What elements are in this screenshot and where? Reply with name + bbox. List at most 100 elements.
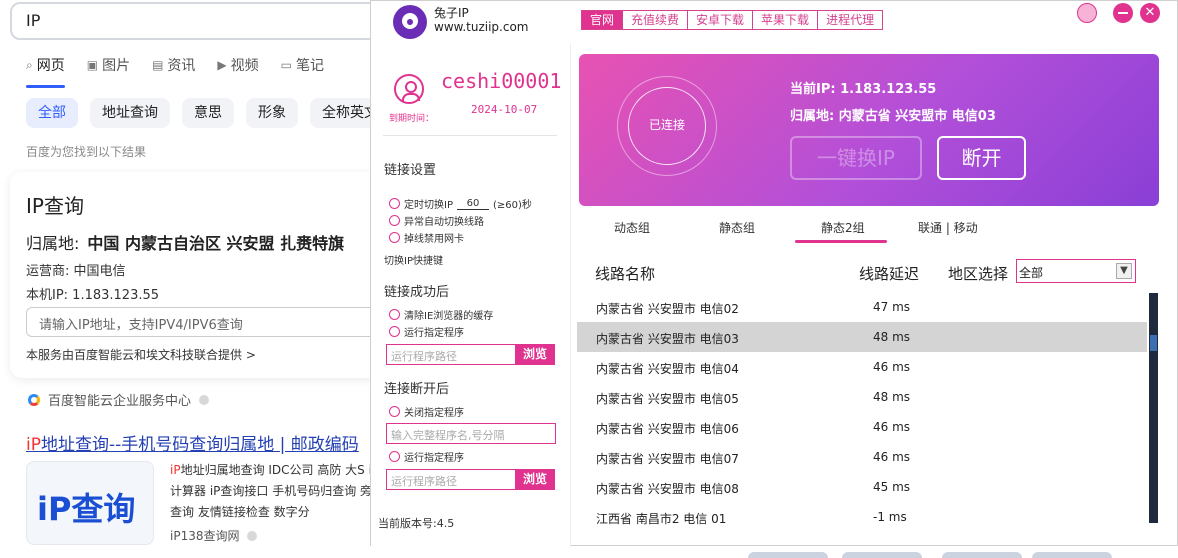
expire-date: 2024-10-07: [471, 103, 538, 116]
rabbit-logo-icon: [393, 5, 427, 39]
line-row[interactable]: 内蒙古省 兴安盟市 电信05 48 ms: [577, 382, 1147, 412]
ip-location: 归属地: 中国 内蒙古自治区 兴安盟 扎赉特旗: [26, 234, 345, 253]
scrollbar-thumb[interactable]: [1150, 335, 1157, 351]
radio-button[interactable]: [389, 326, 400, 337]
line-row[interactable]: 内蒙古省 兴安盟市 电信06 46 ms: [577, 412, 1147, 442]
ip-query-input[interactable]: 请输入IP地址，支持IPV4/IPV6查询: [26, 307, 396, 337]
line-name: 内蒙古省 兴安盟市 电信05: [596, 392, 739, 406]
current-location: 归属地: 内蒙古省 兴安盟市 电信03: [790, 109, 996, 124]
info-icon[interactable]: [247, 530, 258, 541]
switch-ip-button[interactable]: 一键换IP: [790, 136, 922, 180]
program-path-input[interactable]: 运行程序路径: [386, 344, 516, 365]
tab-unicom-mobile-group[interactable]: 联通 | 移动: [918, 219, 978, 236]
connection-status-banner: 已连接 当前IP: 1.183.123.55 归属地: 内蒙古省 兴安盟市 电信…: [579, 54, 1159, 206]
nav-process-proxy[interactable]: 进程代理: [818, 11, 883, 29]
tab-dynamic-group[interactable]: 动态组: [614, 219, 650, 236]
version-label: 当前版本号:4.5: [378, 517, 455, 530]
ip-service-link[interactable]: 本服务由百度智能云和埃文科技联合提供 >: [26, 346, 256, 363]
region-select[interactable]: 全部 ▼: [1016, 259, 1136, 283]
result-site-link[interactable]: iP138查询网: [170, 527, 239, 544]
nav-recharge[interactable]: 充值续费: [623, 11, 689, 29]
line-row[interactable]: 江西省 南昌市2 电信 01 -1 ms: [577, 502, 1147, 532]
result-title-link[interactable]: iP地址查询--手机号码查询归属地 | 邮政编码: [26, 430, 359, 455]
option-run-program[interactable]: 运行指定程序: [389, 324, 464, 339]
tab-notes[interactable]: ▭ 笔记: [281, 54, 324, 76]
tab-static2-group[interactable]: 静态2组: [821, 219, 865, 236]
radio-button[interactable]: [389, 309, 400, 320]
ip-local: 本机IP: 1.183.123.55: [26, 288, 160, 303]
tab-video[interactable]: ▶ 视频: [217, 54, 258, 76]
ip-isp: 运营商: 中国电信: [26, 264, 126, 279]
line-latency: 45 ms: [873, 480, 911, 494]
program-path-input-disconnect[interactable]: 运行程序路径: [386, 469, 516, 490]
customer-service-icon[interactable]: [1077, 3, 1097, 23]
option-timed-switch[interactable]: 定时切换IP 60 (≥60)秒: [389, 196, 532, 211]
browser-search-query: IP: [26, 11, 41, 30]
nav-official-site[interactable]: 官网: [582, 11, 624, 29]
line-latency: 46 ms: [873, 360, 911, 374]
source-link[interactable]: 百度智能云企业服务中心: [48, 390, 191, 409]
line-row[interactable]: 内蒙古省 兴安盟市 电信03 48 ms: [577, 322, 1147, 352]
option-run-program-disconnect[interactable]: 运行指定程序: [389, 449, 464, 464]
tab-web[interactable]: ⌕ 网页: [26, 54, 65, 88]
active-tab-indicator: [795, 240, 887, 243]
line-name: 江西省 南昌市2 电信 01: [596, 512, 727, 526]
list-scrollbar[interactable]: [1149, 293, 1158, 523]
line-latency: -1 ms: [873, 510, 907, 524]
tuzi-ip-window: 兔子IP www.tuziip.com 官网 充值续费 安卓下载 苹果下载 进程…: [370, 0, 1178, 547]
browser-search-tabs: ⌕ 网页 ▣ 图片 ▤ 资讯 ▶ 视频 ▭ 笔记: [26, 54, 324, 88]
chip-image[interactable]: 形象: [246, 98, 298, 128]
radio-button[interactable]: [389, 198, 400, 209]
chip-all[interactable]: 全部: [26, 98, 78, 128]
minimize-button[interactable]: [1113, 3, 1133, 23]
search-icon: ⌕: [26, 57, 33, 72]
option-auto-switch[interactable]: 异常自动切换线路: [389, 213, 484, 228]
nav-android-download[interactable]: 安卓下载: [688, 11, 754, 29]
browser-filter-chips: 全部 地址查询 意思 形象 全称英文: [26, 98, 390, 128]
line-row[interactable]: 内蒙古省 兴安盟市 电信07 46 ms: [577, 442, 1147, 472]
line-row[interactable]: 内蒙古省 兴安盟市 电信04 46 ms: [577, 352, 1147, 382]
tab-images[interactable]: ▣ 图片: [87, 54, 130, 76]
tab-news[interactable]: ▤ 资讯: [152, 54, 195, 76]
tab-static-group[interactable]: 静态组: [719, 219, 755, 236]
chip-meaning[interactable]: 意思: [182, 98, 234, 128]
option-close-program[interactable]: 关闭指定程序: [389, 404, 464, 419]
line-name: 内蒙古省 兴安盟市 电信02: [596, 302, 739, 316]
chevron-down-icon[interactable]: ▼: [1116, 263, 1132, 279]
note-icon: ▭: [280, 58, 292, 72]
after-disconnect-title: 连接断开后: [384, 382, 450, 397]
radio-button[interactable]: [389, 406, 400, 417]
radio-button[interactable]: [389, 232, 400, 243]
result-thumbnail[interactable]: iP查询: [26, 461, 154, 545]
column-line-name: 线路名称: [595, 265, 656, 283]
nav-ios-download[interactable]: 苹果下载: [753, 11, 819, 29]
line-latency: 47 ms: [873, 300, 911, 314]
chip-address[interactable]: 地址查询: [90, 98, 170, 128]
line-row[interactable]: 内蒙古省 兴安盟市 电信08 45 ms: [577, 472, 1147, 502]
timer-seconds-input[interactable]: 60: [456, 198, 489, 210]
switch-hotkey-label[interactable]: 切换IP快捷键: [384, 252, 443, 267]
app-url: www.tuziip.com: [434, 20, 529, 34]
divider: [383, 135, 557, 136]
connection-state: 已连接: [648, 118, 685, 132]
line-name: 内蒙古省 兴安盟市 电信03: [596, 332, 739, 346]
expire-label: 到期时间：: [389, 114, 435, 124]
news-icon: ▤: [152, 58, 164, 72]
option-clear-ie-cache[interactable]: 清除IE浏览器的缓存: [389, 307, 493, 322]
line-latency: 46 ms: [873, 450, 911, 464]
disconnect-button[interactable]: 断开: [937, 136, 1026, 180]
line-name: 内蒙古省 兴安盟市 电信04: [596, 362, 739, 376]
radio-button[interactable]: [389, 215, 400, 226]
browse-button[interactable]: 浏览: [515, 344, 555, 365]
close-button[interactable]: ✕: [1140, 3, 1160, 23]
line-row[interactable]: 内蒙古省 兴安盟市 电信02 47 ms: [577, 292, 1147, 322]
browser-search-input[interactable]: IP: [10, 2, 430, 40]
close-program-input[interactable]: 输入完整程序名,号分隔: [386, 423, 556, 444]
option-disable-nic[interactable]: 掉线禁用网卡: [389, 230, 464, 245]
browse-button-disconnect[interactable]: 浏览: [515, 469, 555, 490]
screen: IP ⌕ 网页 ▣ 图片 ▤ 资讯 ▶ 视频 ▭ 笔记 全部 地址查询 意思 形象 全称英…: [0, 0, 1178, 558]
link-settings-title: 链接设置: [384, 163, 437, 178]
info-icon[interactable]: [199, 394, 210, 405]
radio-button[interactable]: [389, 451, 400, 462]
source-line: 百度智能云企业服务中心: [28, 390, 210, 409]
